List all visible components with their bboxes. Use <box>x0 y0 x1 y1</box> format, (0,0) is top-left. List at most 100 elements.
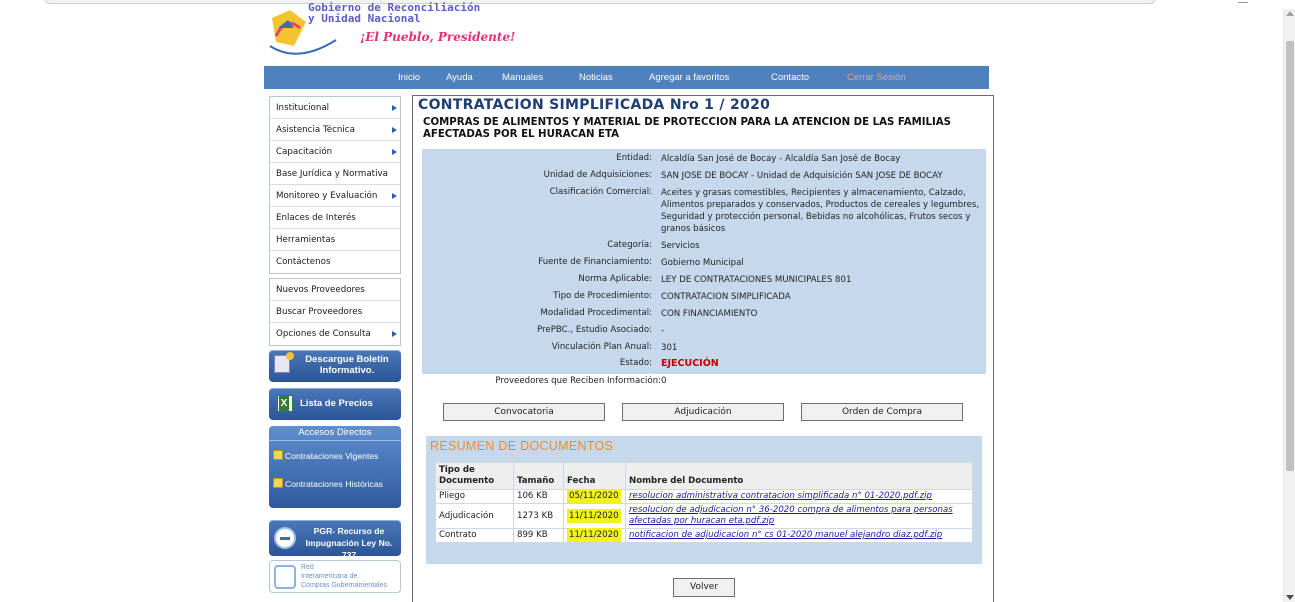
doc-date: 05/11/2020 <box>563 489 626 504</box>
table-header-row: Tipo de Documento Tamaño Fecha Nombre de… <box>435 462 973 490</box>
nav-contacto[interactable]: Contacto <box>771 72 809 83</box>
field-label: Modalidad Procedimental: <box>540 308 652 318</box>
doc-download-link[interactable]: notificacion de adjudicacion n° cs 01-20… <box>629 530 942 540</box>
documents-table: Tipo de Documento Tamaño Fecha Nombre de… <box>435 462 973 543</box>
field-value: Gobierno Municipal <box>661 258 744 268</box>
scroll-down-icon[interactable] <box>1286 595 1294 600</box>
column-header: Tamaño <box>513 462 564 490</box>
sidebar-item-opciones-consulta[interactable]: Opciones de Consulta <box>270 323 400 345</box>
field-label: Vinculación Plan Anual: <box>551 342 652 352</box>
nav-cerrar-sesion[interactable]: Cerrar Sesión <box>847 72 906 83</box>
doc-size: 899 KB <box>513 528 564 543</box>
pgr-seal-icon <box>274 527 296 549</box>
doc-type: Contrato <box>435 528 514 543</box>
nav-agregar-favoritos[interactable]: Agregar a favoritos <box>649 72 729 83</box>
field-value: - <box>661 326 665 336</box>
top-nav: Inicio Ayuda Manuales Noticias Agregar a… <box>264 66 989 89</box>
page-scrollbar[interactable] <box>1283 9 1295 602</box>
sidebar-item-label: Enlaces de Interés <box>276 213 356 223</box>
sidebar-item-buscar-proveedores[interactable]: Buscar Proveedores <box>270 301 400 323</box>
field-value: CON FINANCIAMIENTO <box>661 309 758 319</box>
field-value: 301 <box>661 343 678 353</box>
column-header: Tipo de Documento <box>435 462 514 490</box>
field-value: Alcaldía San José de Bocay - Alcaldía Sa… <box>661 154 901 164</box>
folder-icon <box>273 478 283 488</box>
contrataciones-historicas-label: Contrataciones Históricas <box>285 479 383 489</box>
red-interamericana-link[interactable]: Red Interamericana de Compras Gubernamen… <box>269 560 401 593</box>
descargue-boletin-button[interactable]: Descargue Boletín Informativo. <box>269 350 401 382</box>
field-value: LEY DE CONTRATACIONES MUNICIPALES 801 <box>661 275 852 285</box>
adjudicacion-button[interactable]: Adjudicación <box>622 403 784 421</box>
nav-inicio[interactable]: Inicio <box>398 72 420 83</box>
nav-noticias[interactable]: Noticias <box>579 72 613 83</box>
doc-name-cell: notificacion de adjudicacion n° cs 01-20… <box>625 528 973 543</box>
arrow-right-icon <box>392 149 397 155</box>
doc-size: 1273 KB <box>513 503 564 529</box>
arrow-right-icon <box>392 127 397 133</box>
government-name: Gobierno de Reconciliación y Unidad Naci… <box>308 1 481 25</box>
volver-button[interactable]: Volver <box>673 578 735 597</box>
address-bar[interactable] <box>44 0 1156 4</box>
convocatoria-button[interactable]: Convocatoria <box>443 403 605 421</box>
sidebar-item-label: Buscar Proveedores <box>276 307 363 317</box>
scroll-up-icon[interactable] <box>1286 11 1294 16</box>
contrataciones-vigentes-label: Contrataciones Vigentes <box>285 451 379 461</box>
arrow-right-icon <box>392 331 397 337</box>
sidebar-item-label: Base Jurídica y Normativa <box>276 169 388 179</box>
sidebar-item-label: Capacitación <box>276 147 333 157</box>
doc-date: 11/11/2020 <box>563 528 626 543</box>
sidebar-item-contactenos[interactable]: Contáctenos <box>270 251 400 273</box>
sidebar-item-monitoreo[interactable]: Monitoreo y Evaluación <box>270 185 400 207</box>
main-panel: CONTRATACION SIMPLIFICADA Nro 1 / 2020 C… <box>412 95 994 602</box>
sidebar-item-institucional[interactable]: Institucional <box>270 97 400 119</box>
doc-type: Pliego <box>435 489 514 504</box>
field-label: Fuente de Financiamiento: <box>538 257 652 267</box>
column-header: Fecha <box>563 462 626 490</box>
field-label: Entidad: <box>616 153 652 163</box>
orden-compra-button[interactable]: Orden de Compra <box>801 403 963 421</box>
nav-manuales[interactable]: Manuales <box>502 72 543 83</box>
sidebar-item-label: Institucional <box>276 103 330 113</box>
field-label: Proveedores que Reciben Información: <box>495 376 661 386</box>
sidebar-item-asistencia-tecnica[interactable]: Asistencia Técnica <box>270 119 400 141</box>
sidebar-item-label: Opciones de Consulta <box>276 329 371 339</box>
field-label: Unidad de Adquisiciones: <box>543 170 652 180</box>
sidebar-item-nuevos-proveedores[interactable]: Nuevos Proveedores <box>270 279 400 301</box>
government-logo[interactable]: Gobierno de Reconciliación y Unidad Naci… <box>268 2 528 64</box>
scroll-thumb[interactable] <box>1286 41 1294 471</box>
sidebar-item-label: Herramientas <box>276 235 336 245</box>
sidebar-item-label: Asistencia Técnica <box>276 125 355 135</box>
arrow-right-icon <box>392 105 397 111</box>
sidebar-item-base-juridica[interactable]: Base Jurídica y Normativa <box>270 163 400 185</box>
ricg-label: Red Interamericana de Compras Gubernamen… <box>301 564 387 589</box>
sidebar-menu-main: Institucional Asistencia Técnica Capacit… <box>269 96 401 274</box>
page-subtitle: COMPRAS DE ALIMENTOS Y MATERIAL DE PROTE… <box>423 117 952 140</box>
field-value: 0 <box>661 376 667 386</box>
sidebar-item-capacitacion[interactable]: Capacitación <box>270 141 400 163</box>
doc-download-link[interactable]: resolucion de adjudicacion n° 36-2020 co… <box>629 505 953 526</box>
lista-precios-button[interactable]: Lista de Precios <box>269 388 401 420</box>
field-label: Tipo de Procedimiento: <box>553 291 652 301</box>
doc-download-link[interactable]: resolucion administrativa contratacion s… <box>629 491 932 501</box>
pgr-recurso-button[interactable]: PGR- Recurso de Impugnación Ley No. 737 <box>269 520 401 560</box>
field-label: Clasificación Comercial: <box>549 187 652 197</box>
field-label: Estado: <box>619 358 652 368</box>
status-badge: EJECUCIÓN <box>661 358 719 369</box>
contrataciones-vigentes-link[interactable]: Contrataciones Vigentes <box>273 450 378 461</box>
sidebar-item-enlaces[interactable]: Enlaces de Interés <box>270 207 400 229</box>
nav-ayuda[interactable]: Ayuda <box>446 72 473 83</box>
table-row: Contrato 899 KB 11/11/2020 notificacion … <box>435 528 973 543</box>
sidebar-item-label: Nuevos Proveedores <box>276 285 365 295</box>
pgr-label: PGR- Recurso de Impugnación Ley No. 737 <box>305 526 393 560</box>
sidebar-item-herramientas[interactable]: Herramientas <box>270 229 400 251</box>
sidebar-menu-proveedores: Nuevos Proveedores Buscar Proveedores Op… <box>269 278 401 346</box>
lista-precios-label: Lista de Precios <box>300 398 373 409</box>
field-value: SAN JOSE DE BOCAY - Unidad de Adquisició… <box>661 171 943 181</box>
contrataciones-historicas-link[interactable]: Contrataciones Históricas <box>273 478 383 489</box>
column-header: Nombre del Documento <box>625 462 973 490</box>
doc-date: 11/11/2020 <box>563 503 626 529</box>
slogan: ¡El Pueblo, Presidente! <box>360 30 516 44</box>
accesos-directos-box: Accesos Directos Contrataciones Vigentes… <box>269 426 401 508</box>
resumen-documentos-box: RESUMEN DE DOCUMENTOS Tipo de Documento … <box>426 436 982 564</box>
browser-menu-icon[interactable] <box>1238 0 1248 3</box>
